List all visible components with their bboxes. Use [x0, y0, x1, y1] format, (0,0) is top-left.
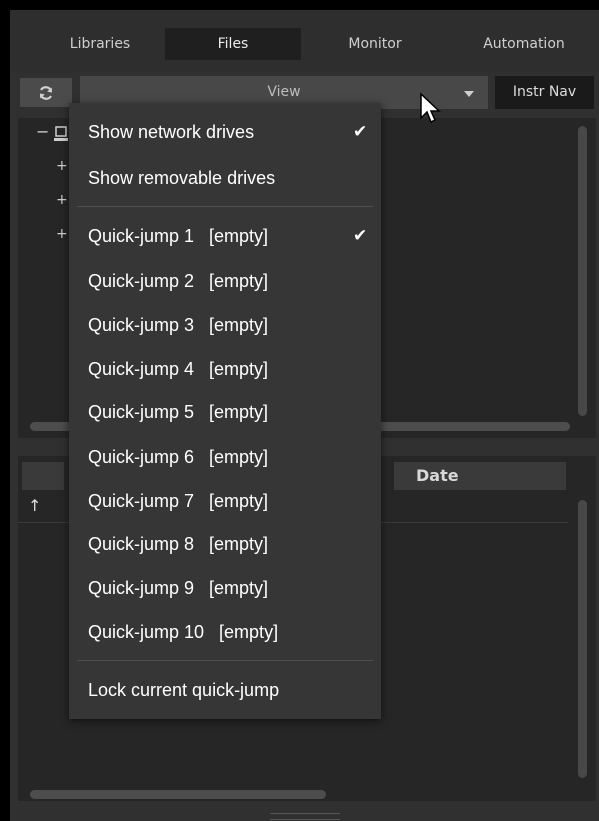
- file-list-horizontal-scrollbar[interactable]: [30, 790, 326, 799]
- tree-collapse-toggle[interactable]: −: [36, 122, 49, 141]
- chevron-down-icon: [464, 91, 474, 97]
- up-arrow-icon: ↑: [28, 496, 42, 515]
- menu-item-label: Quick-jump 8 [empty]: [88, 534, 269, 554]
- tree-vertical-scrollbar[interactable]: [578, 126, 587, 416]
- tab-automation[interactable]: Automation: [458, 28, 590, 60]
- file-list-vertical-scrollbar[interactable]: [578, 500, 587, 778]
- instr-nav-button[interactable]: Instr Nav: [495, 76, 594, 109]
- menu-item-label: Quick-jump 10 [empty]: [88, 622, 279, 642]
- resize-handle[interactable]: [270, 813, 340, 820]
- menu-item-quick-jump-8[interactable]: Quick-jump 8 [empty]: [69, 524, 381, 564]
- menu-item-label: Quick-jump 4 [empty]: [88, 359, 269, 379]
- column-header[interactable]: [22, 462, 64, 490]
- menu-item-label: Lock current quick-jump: [88, 680, 280, 700]
- menu-item-quick-jump-1[interactable]: Quick-jump 1 [empty] ✔: [69, 216, 381, 256]
- menu-item-label: Show network drives: [88, 122, 255, 142]
- menu-item-show-network-drives[interactable]: Show network drives ✔: [69, 112, 381, 152]
- menu-item-quick-jump-4[interactable]: Quick-jump 4 [empty]: [69, 349, 381, 389]
- view-dropdown-menu: Show network drives ✔ Show removable dri…: [69, 103, 381, 719]
- checkmark-icon: ✔: [353, 226, 368, 245]
- refresh-button[interactable]: [20, 78, 72, 107]
- tab-libraries[interactable]: Libraries: [50, 28, 150, 60]
- menu-item-lock-current-quick-jump[interactable]: Lock current quick-jump: [69, 670, 381, 710]
- menu-item-quick-jump-2[interactable]: Quick-jump 2 [empty]: [69, 261, 381, 301]
- menu-item-quick-jump-5[interactable]: Quick-jump 5 [empty]: [69, 392, 381, 432]
- menu-item-show-removable-drives[interactable]: Show removable drives: [69, 158, 381, 198]
- mouse-pointer-icon: [420, 92, 441, 124]
- tree-expand-toggle[interactable]: +: [56, 226, 68, 242]
- menu-item-quick-jump-10[interactable]: Quick-jump 10 [empty]: [69, 612, 381, 652]
- menu-item-label: Quick-jump 1 [empty]: [88, 226, 269, 246]
- tab-bar: Libraries Files Monitor Automation: [10, 10, 599, 72]
- menu-item-label: Quick-jump 3 [empty]: [88, 315, 269, 335]
- menu-item-label: Show removable drives: [88, 168, 276, 188]
- date-column-label: Date: [416, 466, 459, 485]
- menu-item-quick-jump-6[interactable]: Quick-jump 6 [empty]: [69, 437, 381, 477]
- menu-item-label: Quick-jump 6 [empty]: [88, 447, 269, 467]
- menu-separator: [77, 660, 373, 661]
- menu-item-quick-jump-3[interactable]: Quick-jump 3 [empty]: [69, 305, 381, 345]
- menu-item-quick-jump-7[interactable]: Quick-jump 7 [empty]: [69, 481, 381, 521]
- tab-monitor[interactable]: Monitor: [320, 28, 430, 60]
- checkmark-icon: ✔: [353, 122, 368, 141]
- tab-files[interactable]: Files: [165, 28, 301, 60]
- menu-item-label: Quick-jump 5 [empty]: [88, 402, 269, 422]
- menu-item-label: Quick-jump 9 [empty]: [88, 578, 269, 598]
- menu-separator: [77, 206, 373, 207]
- menu-item-label: Quick-jump 7 [empty]: [88, 491, 269, 511]
- refresh-icon: [39, 85, 53, 100]
- menu-item-label: Quick-jump 2 [empty]: [88, 271, 269, 291]
- menu-item-quick-jump-9[interactable]: Quick-jump 9 [empty]: [69, 568, 381, 608]
- tree-expand-toggle[interactable]: +: [56, 192, 68, 208]
- computer-icon: [54, 126, 68, 141]
- tree-expand-toggle[interactable]: +: [56, 158, 68, 174]
